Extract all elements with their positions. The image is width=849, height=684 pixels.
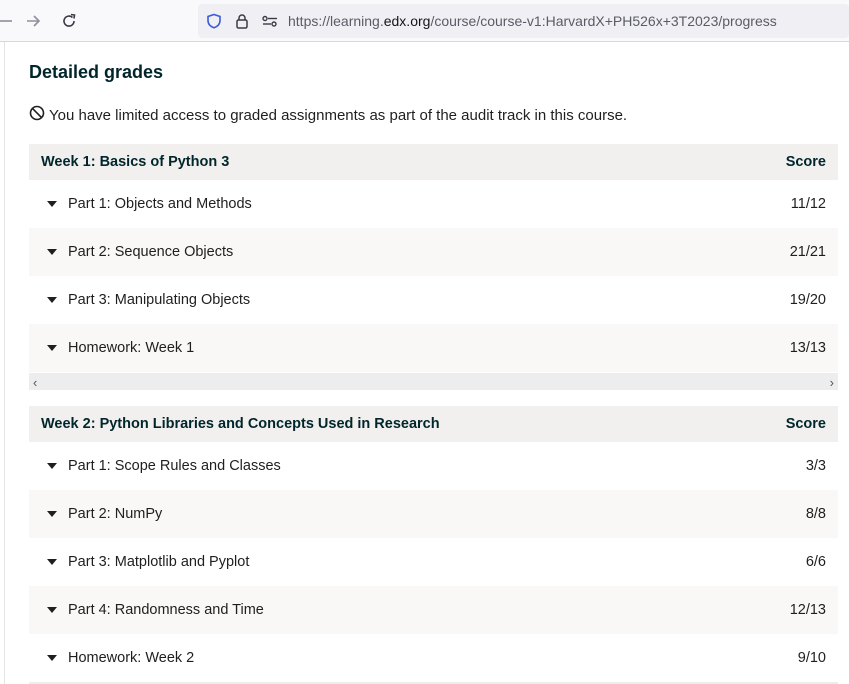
audit-notice-text: You have limited access to graded assign…: [49, 107, 628, 124]
page-title: Detailed grades: [29, 62, 164, 82]
page-edge-divider: [4, 42, 5, 684]
assignment-score: 3/3: [805, 458, 826, 474]
permissions-icon[interactable]: [259, 10, 281, 32]
caret-down-icon[interactable]: [47, 249, 57, 255]
caret-down-icon[interactable]: [47, 607, 57, 613]
table-row[interactable]: Part 2: Sequence Objects 21/21: [29, 228, 838, 276]
browser-toolbar: https://learning.edx.org/course/course-v…: [0, 0, 849, 42]
audit-notice: You have limited access to graded assign…: [29, 105, 627, 126]
assignment-label: Homework: Week 1: [68, 340, 195, 356]
assignment-label: Part 3: Matplotlib and Pyplot: [68, 554, 250, 570]
caret-down-icon[interactable]: [47, 201, 57, 207]
prohibited-icon: [29, 105, 45, 126]
assignment-label: Part 1: Objects and Methods: [68, 196, 252, 212]
caret-down-icon[interactable]: [47, 463, 57, 469]
assignment-score: 9/10: [797, 650, 826, 666]
assignment-label: Part 2: Sequence Objects: [68, 244, 234, 260]
table-row[interactable]: Part 1: Objects and Methods 11/12: [29, 180, 838, 228]
assignment-label: Part 2: NumPy: [68, 506, 163, 522]
table-row[interactable]: Part 4: Randomness and Time 12/13: [29, 586, 838, 634]
table-row[interactable]: Part 2: NumPy 8/8: [29, 490, 838, 538]
assignment-label: Part 1: Scope Rules and Classes: [68, 458, 281, 474]
table-header: Week 2: Python Libraries and Concepts Us…: [29, 406, 838, 442]
caret-down-icon[interactable]: [47, 345, 57, 351]
assignment-score: 11/12: [790, 196, 826, 212]
url-text[interactable]: https://learning.edx.org/course/course-v…: [288, 13, 777, 29]
assignment-score: 21/21: [789, 244, 826, 260]
score-column-header: Score: [785, 416, 826, 432]
assignment-score: 6/6: [805, 554, 826, 570]
scroll-left-icon[interactable]: ‹: [33, 375, 37, 390]
assignment-label: Part 3: Manipulating Objects: [68, 292, 251, 308]
grades-table-week-1: Week 1: Basics of Python 3 Score Part 1:…: [29, 144, 838, 372]
reload-icon[interactable]: [58, 10, 80, 32]
table-row[interactable]: Part 3: Manipulating Objects 19/20: [29, 276, 838, 324]
table-row[interactable]: Homework: Week 1 13/13: [29, 324, 838, 372]
caret-down-icon[interactable]: [47, 297, 57, 303]
horizontal-scrollbar[interactable]: ‹ ›: [29, 373, 838, 390]
lock-icon[interactable]: [231, 10, 253, 32]
caret-down-icon[interactable]: [47, 655, 57, 661]
assignment-score: 13/13: [789, 340, 826, 356]
table-header: Week 1: Basics of Python 3 Score: [29, 144, 838, 180]
grades-table-week-2: Week 2: Python Libraries and Concepts Us…: [29, 406, 838, 682]
section-title: Week 2: Python Libraries and Concepts Us…: [41, 416, 440, 432]
forward-arrow-icon[interactable]: [22, 10, 44, 32]
section-title: Week 1: Basics of Python 3: [41, 154, 230, 170]
back-arrow-icon[interactable]: [0, 10, 16, 32]
table-row[interactable]: Homework: Week 2 9/10: [29, 634, 838, 682]
score-column-header: Score: [785, 154, 826, 170]
caret-down-icon[interactable]: [47, 511, 57, 517]
scroll-right-icon[interactable]: ›: [830, 375, 834, 390]
assignment-score: 12/13: [789, 602, 826, 618]
assignment-label: Part 4: Randomness and Time: [68, 602, 264, 618]
assignment-label: Homework: Week 2: [68, 650, 195, 666]
caret-down-icon[interactable]: [47, 559, 57, 565]
assignment-score: 19/20: [789, 292, 826, 308]
table-row[interactable]: Part 1: Scope Rules and Classes 3/3: [29, 442, 838, 490]
assignment-score: 8/8: [805, 506, 826, 522]
table-row[interactable]: Part 3: Matplotlib and Pyplot 6/6: [29, 538, 838, 586]
shield-icon[interactable]: [203, 10, 225, 32]
